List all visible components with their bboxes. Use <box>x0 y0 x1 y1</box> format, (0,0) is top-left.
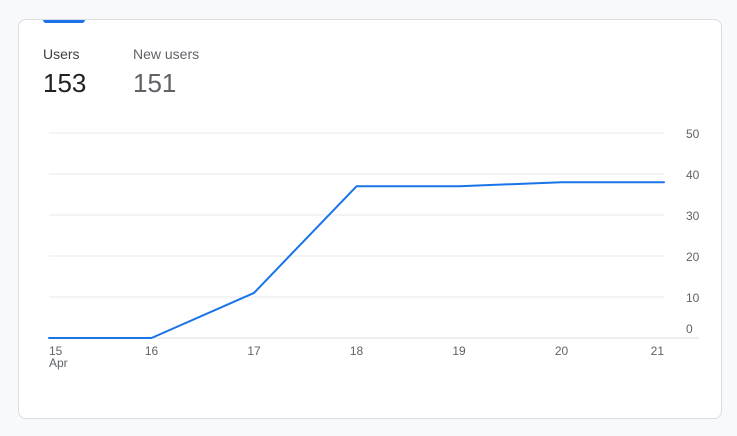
x-tick-label-17: 17 <box>247 344 261 358</box>
y-tick-label-10: 10 <box>686 291 700 305</box>
y-tick-label-30: 30 <box>686 209 700 223</box>
x-tick-label-20: 20 <box>555 344 569 358</box>
y-tick-label-20: 20 <box>686 250 700 264</box>
x-tick-label-21: 21 <box>651 344 665 358</box>
y-tick-label-0: 0 <box>686 322 693 336</box>
x-tick-sublabel-apr: Apr <box>49 356 68 370</box>
x-tick-label-16: 16 <box>145 344 159 358</box>
y-tick-label-40: 40 <box>686 168 700 182</box>
series-line-0 <box>48 181 665 339</box>
x-tick-label-18: 18 <box>350 344 364 358</box>
users-chart-card: Users 153 New users 151 0 10 20 30 40 50 15 Apr… <box>18 19 722 419</box>
x-tick-label-19: 19 <box>452 344 466 358</box>
users-line-chart: 0102030405015Apr16 17 18 19 20 21 <box>48 127 700 370</box>
y-tick-label-50: 50 <box>686 127 700 141</box>
